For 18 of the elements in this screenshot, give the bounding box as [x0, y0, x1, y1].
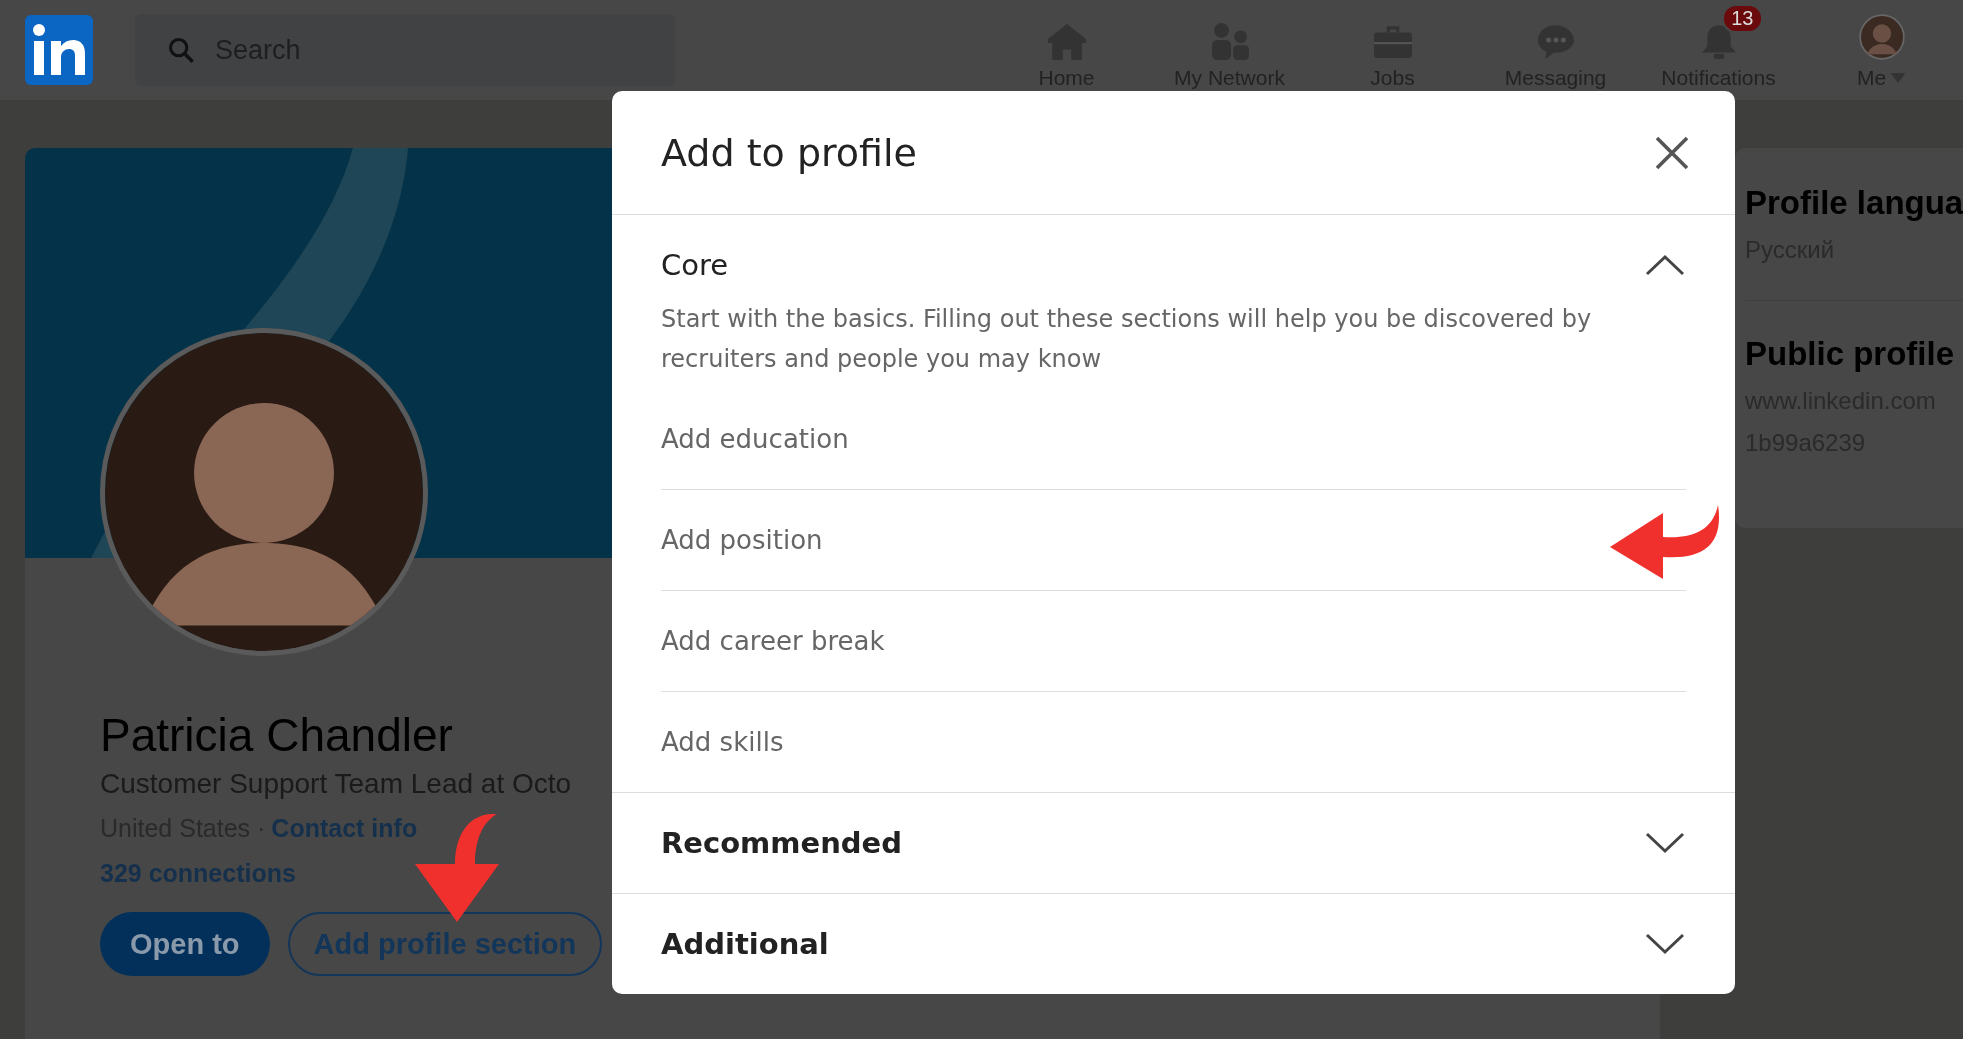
notification-badge: 13: [1722, 4, 1763, 33]
section-header[interactable]: Recommended: [612, 793, 1735, 893]
close-icon[interactable]: [1654, 134, 1690, 171]
search-icon: [167, 36, 195, 64]
curved-arrow-icon: [415, 814, 499, 924]
add-item-link[interactable]: Add career break: [661, 626, 885, 656]
logo-icon[interactable]: [25, 15, 93, 85]
sidebar-title: Public profile: [1745, 335, 1956, 373]
avatar-icon: [1858, 14, 1905, 60]
section-description: Start with the basics. Filling out these sections will help you be discovered by recruiters and people you may know: [661, 304, 1593, 375]
open-to-button[interactable]: Open to: [100, 912, 270, 976]
add-item-link[interactable]: Add skills: [661, 727, 784, 757]
dialog-title: Add to profile: [661, 130, 917, 175]
section-header[interactable]: Additional: [612, 894, 1735, 994]
sidebar-title: Profile langua: [1745, 184, 1963, 222]
add-item-link[interactable]: Add education: [661, 424, 849, 454]
add-item-link[interactable]: Add position: [661, 525, 823, 555]
profile-name: Patricia Chandler: [100, 708, 453, 762]
